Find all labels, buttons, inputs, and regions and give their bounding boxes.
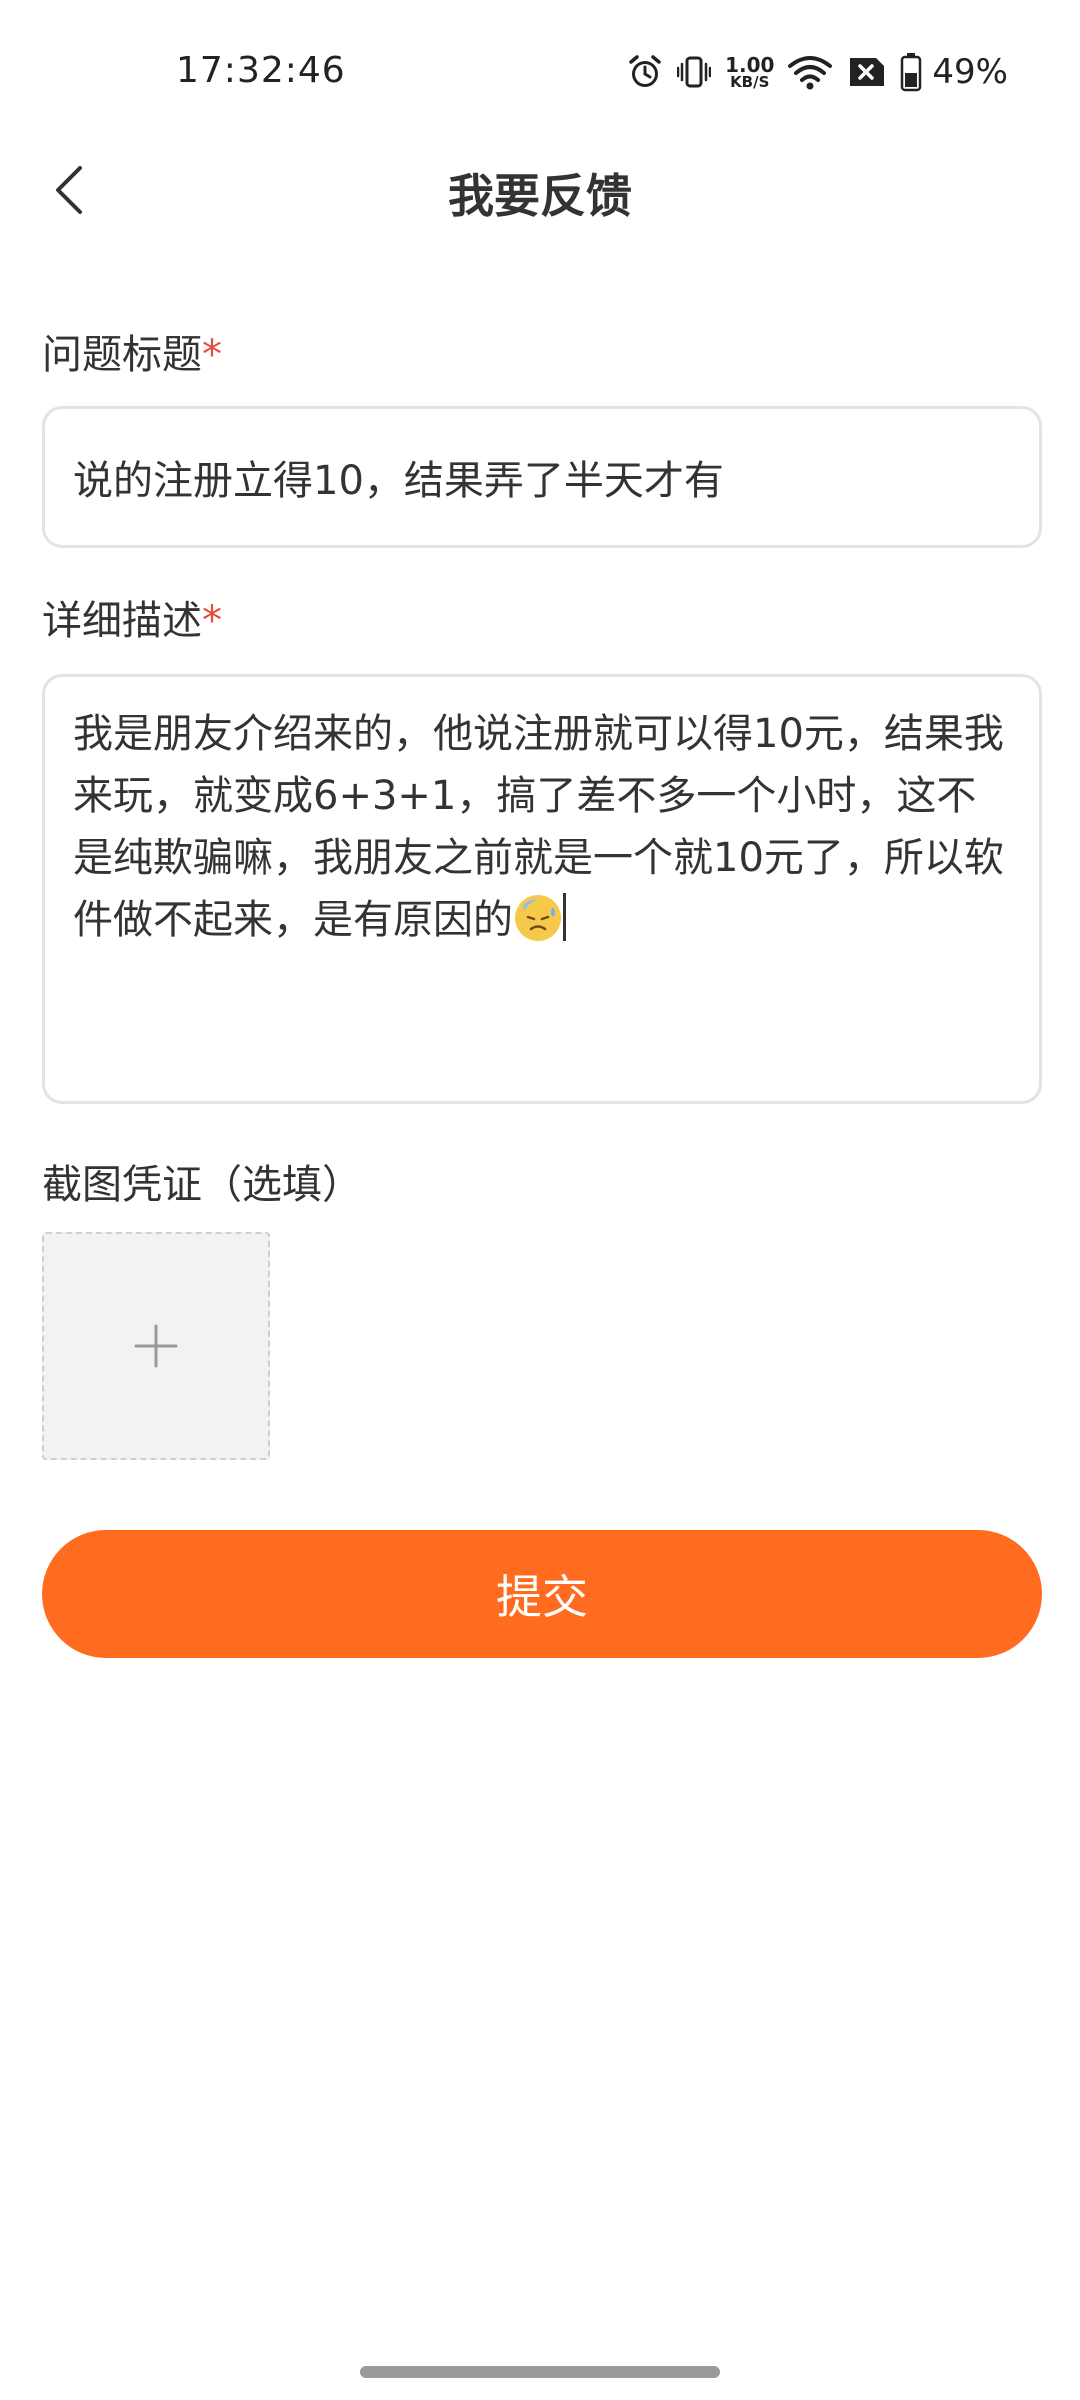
text-caret [563, 893, 566, 941]
home-indicator[interactable] [360, 2366, 720, 2378]
no-sim-icon [846, 56, 886, 88]
plus-icon [134, 1324, 178, 1368]
required-mark: * [202, 332, 222, 378]
submit-button[interactable]: 提交 [42, 1530, 1042, 1658]
battery-percent: 49% [932, 52, 1008, 92]
title-input[interactable]: 说的注册立得10，结果弄了半天才有 [42, 406, 1042, 548]
required-mark: * [202, 598, 222, 644]
downcast-sweat-emoji-icon [515, 895, 561, 941]
page-title: 我要反馈 [448, 169, 632, 223]
battery-icon [900, 52, 922, 92]
add-screenshot-button[interactable] [42, 1232, 270, 1460]
vibrate-icon [677, 54, 712, 90]
status-time: 17:32:46 [176, 50, 346, 91]
network-speed: 1.00 KB/S [725, 52, 775, 91]
status-bar: 17:32:46 1.00 KB/S 49% [0, 0, 1080, 140]
wifi-icon [788, 54, 833, 90]
title-field-label: 问题标题* [42, 332, 222, 378]
nav-bar: 我要反馈 [0, 130, 1080, 250]
alarm-icon [627, 54, 663, 90]
description-field-label: 详细描述* [42, 598, 222, 644]
status-icons: 1.00 KB/S 49% [627, 48, 1008, 96]
title-input-value: 说的注册立得10，结果弄了半天才有 [73, 458, 724, 504]
screenshot-field-label: 截图凭证（选填） [42, 1162, 362, 1208]
description-textarea[interactable]: 我是朋友介绍来的，他说注册就可以得10元，结果我来玩，就变成6+3+1，搞了差不… [42, 674, 1042, 1104]
